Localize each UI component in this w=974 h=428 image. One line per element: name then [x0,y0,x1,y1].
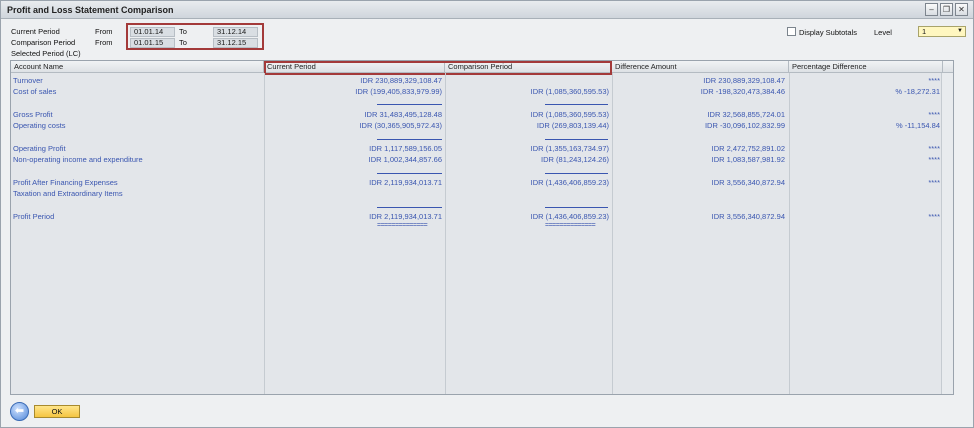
difference-value: IDR 3,556,340,872.94 [711,212,785,221]
back-arrow-icon[interactable]: ⬅ [10,402,29,421]
difference-value: IDR 1,083,587,981.92 [711,155,785,164]
table-row[interactable]: Cost of sales IDR (199,405,833,979.99) I… [11,87,953,97]
current-value: IDR 2,119,934,013.71 [369,178,442,187]
account-name: Cost of sales [13,87,57,96]
comparison-value: IDR (1,436,406,859.23) [530,212,609,221]
subtotal-underline [377,173,442,174]
difference-value: IDR -198,320,473,384.46 [700,87,785,96]
subtotal-underline [545,207,608,208]
difference-value: IDR 2,472,752,891.02 [711,144,785,153]
current-value: IDR 31,483,495,128.48 [364,110,442,119]
table-row[interactable]: Profit After Financing Expenses IDR 2,11… [11,178,953,188]
subtotal-underline [545,173,608,174]
percent-value: **** [928,212,940,221]
header-account-name[interactable]: Account Name [11,61,264,73]
difference-value: IDR 3,556,340,872.94 [711,178,785,187]
difference-value: IDR 230,889,329,108.47 [703,76,785,85]
comparison-from-label: From [95,38,113,47]
current-value: IDR 230,889,329,108.47 [360,76,442,85]
header-percentage-difference[interactable]: Percentage Difference [789,61,943,73]
table-row[interactable]: Non-operating income and expenditure IDR… [11,155,953,165]
current-value: IDR 1,002,344,857.66 [368,155,442,164]
subtotal-underline [545,104,608,105]
selected-period-label: Selected Period (LC) [11,49,81,58]
ok-button[interactable]: OK [34,405,80,418]
current-value: IDR (199,405,833,979.99) [355,87,442,96]
level-label: Level [874,28,892,37]
pl-comparison-window: Profit and Loss Statement Comparison – ❐… [0,0,974,428]
percent-value: **** [928,178,940,187]
current-from-label: From [95,27,113,36]
comparison-value: IDR (1,355,163,734.97) [530,144,609,153]
total-double-underline: ============== [377,222,428,229]
comparison-period-label: Comparison Period [11,38,76,47]
subtotal-underline [545,139,608,140]
comparison-grid: Account Name Current Period Comparison P… [10,60,954,395]
subtotal-underline [377,207,442,208]
table-row[interactable]: Gross Profit IDR 31,483,495,128.48 IDR (… [11,110,953,120]
account-name: Profit Period [13,212,55,221]
comparison-value: IDR (81,243,124.26) [541,155,609,164]
display-subtotals-checkbox[interactable] [787,27,796,36]
comparison-value: IDR (269,803,139.44) [536,121,609,130]
percent-value: **** [928,144,940,153]
percent-value: % -18,272.31 [895,87,940,96]
table-row[interactable]: Turnover IDR 230,889,329,108.47 IDR 230,… [11,76,953,86]
minimize-button[interactable]: – [925,3,938,16]
display-subtotals-label: Display Subtotals [799,28,857,37]
level-value: 1 [922,27,927,36]
header-highlight-box [264,61,612,75]
period-highlight-box [126,23,264,50]
account-name: Profit After Financing Expenses [13,178,118,187]
account-name: Turnover [13,76,43,85]
current-value: IDR 2,119,934,013.71 [369,212,442,221]
subtotal-underline [377,104,442,105]
difference-value: IDR -30,096,102,832.99 [704,121,785,130]
table-row[interactable]: Profit Period IDR 2,119,934,013.71 IDR (… [11,212,953,222]
title-bar: Profit and Loss Statement Comparison – ❐… [1,1,973,19]
account-name: Taxation and Extraordinary Items [13,189,123,198]
total-double-underline: ============== [545,222,596,229]
current-value: IDR 1,117,589,156.05 [369,144,442,153]
table-row[interactable]: Operating Profit IDR 1,117,589,156.05 ID… [11,144,953,154]
chevron-down-icon: ▼ [957,28,963,34]
comparison-value: IDR (1,085,360,595.53) [530,110,609,119]
percent-value: **** [928,76,940,85]
window-title: Profit and Loss Statement Comparison [7,5,174,15]
account-name: Gross Profit [13,110,53,119]
close-button[interactable]: ✕ [955,3,968,16]
account-name: Non-operating income and expenditure [13,155,143,164]
restore-button[interactable]: ❐ [940,3,953,16]
current-value: IDR (30,365,905,972.43) [359,121,442,130]
comparison-value: IDR (1,085,360,595.53) [530,87,609,96]
subtotal-underline [377,139,442,140]
current-period-label: Current Period [11,27,60,36]
level-select[interactable]: 1 ▼ [918,26,966,37]
account-name: Operating Profit [13,144,66,153]
difference-value: IDR 32,568,855,724.01 [707,110,785,119]
percent-value: **** [928,110,940,119]
account-name: Operating costs [13,121,66,130]
header-difference-amount[interactable]: Difference Amount [612,61,789,73]
comparison-value: IDR (1,436,406,859.23) [530,178,609,187]
table-row[interactable]: Taxation and Extraordinary Items [11,189,953,199]
table-row[interactable]: Operating costs IDR (30,365,905,972.43) … [11,121,953,131]
percent-value: **** [928,155,940,164]
percent-value: % -11,154.84 [895,121,940,130]
